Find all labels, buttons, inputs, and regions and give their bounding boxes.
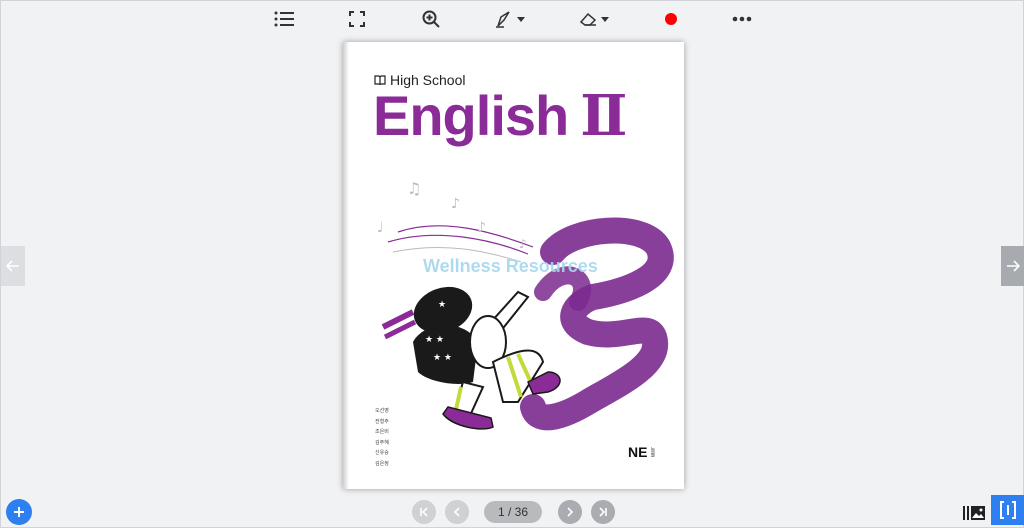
svg-text:★: ★ <box>438 300 446 310</box>
top-toolbar <box>1 1 1024 37</box>
prev-page-arrow[interactable] <box>1 246 25 286</box>
thumbnail-gallery-button[interactable] <box>961 500 987 526</box>
svg-text:★ ★: ★ ★ <box>425 335 444 345</box>
single-page-view-icon <box>1000 501 1016 519</box>
more-button[interactable] <box>722 5 762 33</box>
prev-page-button[interactable] <box>445 500 469 524</box>
author-name: 전형주 <box>375 418 389 425</box>
author-name: 신유승 <box>375 450 389 456</box>
svg-text:★ ★: ★ ★ <box>433 353 452 363</box>
svg-text:♩: ♩ <box>377 220 384 236</box>
add-button[interactable] <box>6 499 32 525</box>
plus-icon <box>14 507 24 517</box>
zoom-button[interactable] <box>411 5 451 33</box>
record-button[interactable] <box>651 5 691 33</box>
svg-text:♪: ♪ <box>477 220 486 236</box>
book-title-text: English <box>373 84 569 147</box>
watermark-text: Wellness Resources <box>423 256 598 276</box>
next-page-button[interactable] <box>558 500 582 524</box>
eraser-tool-button[interactable] <box>571 5 617 33</box>
page-indicator[interactable]: 1 / 36 <box>484 501 542 523</box>
first-page-button[interactable] <box>412 500 436 524</box>
svg-text:♫: ♫ <box>407 179 421 198</box>
svg-text:♪: ♪ <box>519 237 527 251</box>
gallery-icon <box>963 506 985 520</box>
author-name: 김주혜 <box>375 439 389 446</box>
more-icon <box>732 16 752 22</box>
author-name: 오선영 <box>375 408 389 414</box>
toc-button[interactable] <box>264 5 304 33</box>
record-icon <box>665 13 677 25</box>
page-view-toggle[interactable] <box>991 495 1024 525</box>
zoom-in-icon <box>422 10 440 28</box>
fullscreen-icon <box>349 11 365 27</box>
pen-tool-button[interactable] <box>487 5 533 33</box>
book-title: English Ⅱ <box>373 88 627 145</box>
arrow-right-icon <box>1007 260 1020 272</box>
chevron-down-icon <box>601 16 609 22</box>
svg-text:♪: ♪ <box>451 196 460 212</box>
author-name: 조은비 <box>375 429 389 435</box>
last-page-icon <box>599 507 607 517</box>
list-icon <box>274 11 294 27</box>
bottom-bar: 1 / 36 <box>1 495 1024 528</box>
chevron-right-icon <box>567 507 574 517</box>
book-cover-page[interactable]: ♫ ♪ ♪ ♩ ♪ ★ ★ ★ ★ ★ High School English Ⅱ… <box>343 42 684 489</box>
author-list: 오선영 전형주 조은비 김주혜 신유승 김은정 <box>375 406 389 469</box>
author-name: 김은정 <box>375 460 389 467</box>
eraser-icon <box>579 12 597 26</box>
last-page-button[interactable] <box>591 500 615 524</box>
publisher-logo: NE 능률 <box>628 444 663 460</box>
arrow-left-icon <box>6 260 19 272</box>
fullscreen-button[interactable] <box>337 5 377 33</box>
chevron-down-icon <box>517 16 525 22</box>
chevron-left-icon <box>453 507 460 517</box>
publisher-name: NE <box>628 444 648 460</box>
publisher-subtitle: 능률 <box>649 447 656 457</box>
book-title-numeral: Ⅱ <box>580 83 627 149</box>
next-page-arrow[interactable] <box>1001 246 1024 286</box>
pen-icon <box>496 11 510 28</box>
first-page-icon <box>420 507 428 517</box>
